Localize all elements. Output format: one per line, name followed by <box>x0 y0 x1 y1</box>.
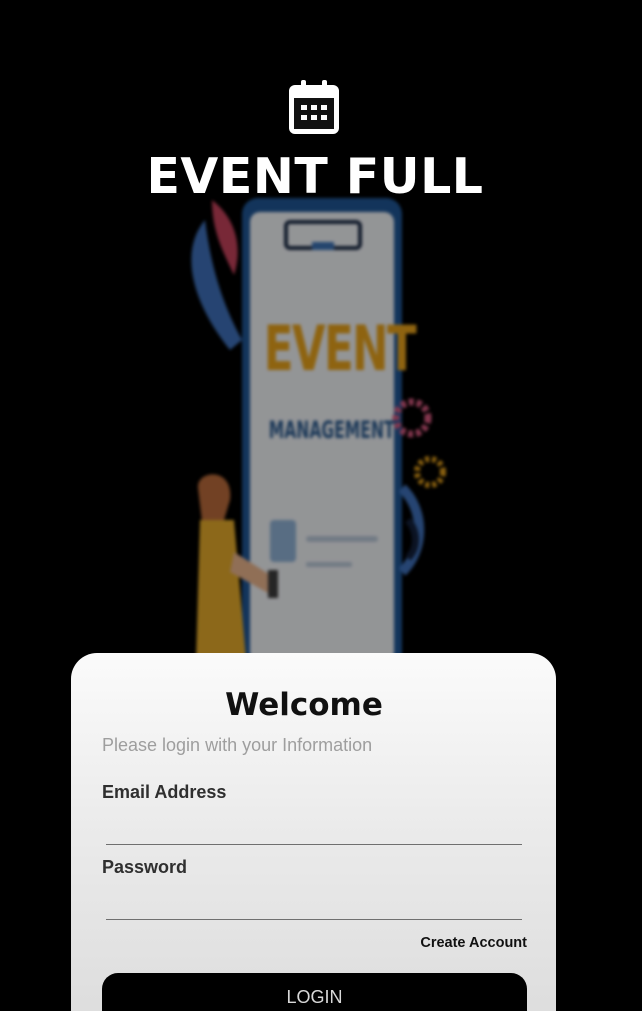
hero-subline: MANAGEMENT <box>268 416 395 444</box>
app-title: EVENT FULL <box>146 148 484 205</box>
hero-artwork <box>191 198 446 668</box>
calendar-icon <box>289 80 339 134</box>
email-field[interactable] <box>106 815 522 845</box>
login-button[interactable]: LOGIN <box>102 973 527 1011</box>
hero-headline: EVENT <box>263 312 417 385</box>
email-label: Email Address <box>102 782 227 802</box>
login-screen: EVENT MANAGEMENT EVENT FULL Welcome Plea… <box>0 0 642 1011</box>
welcome-heading: Welcome <box>225 687 383 723</box>
password-label: Password <box>102 857 188 877</box>
login-card: Welcome Please login with your Informati… <box>71 653 556 1011</box>
hero-illustration: EVENT MANAGEMENT <box>150 160 480 668</box>
login-subtitle: Please login with your Information <box>102 735 373 755</box>
create-account-link[interactable]: Create Account <box>420 935 527 951</box>
password-field[interactable] <box>106 890 522 920</box>
